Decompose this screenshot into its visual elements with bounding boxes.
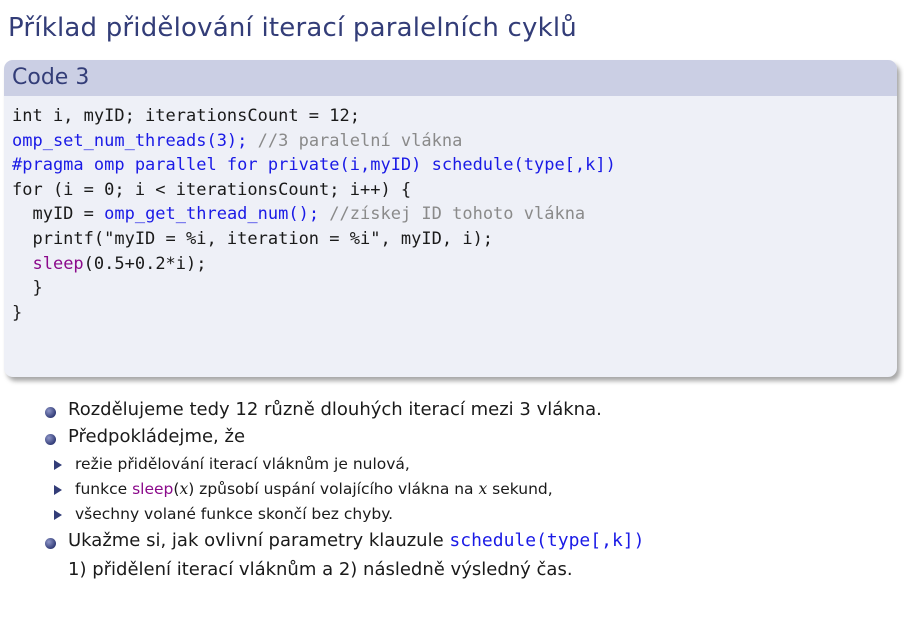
math-var-x: x [179, 480, 189, 498]
bullet-list: Rozdělujeme tedy 12 různě dlouhých itera… [0, 398, 904, 584]
code-block-title: Code 3 [4, 60, 897, 96]
triangle-bullet-icon [54, 510, 62, 520]
sub-bullet-item: funkce sleep(x) způsobí uspání volajícíh… [0, 477, 904, 502]
code-sleep: sleep [32, 253, 84, 274]
schedule-clause-code: schedule(type[,k]) [449, 530, 645, 551]
code-rest: (0.5+0.2*i); [83, 253, 207, 274]
triangle-bullet-icon [54, 460, 62, 470]
bullet-continuation: 1) přidělení iterací vláknům a 2) násled… [68, 559, 573, 580]
bullet-text: Ukažme si, jak ovlivní parametry klauzul… [68, 530, 450, 551]
code-line-9: } [12, 302, 23, 323]
bullet-text: Předpokládejme, že [68, 426, 246, 447]
triangle-bullet-icon [54, 485, 62, 495]
sub-bullet-text: všechny volané funkce skončí bez chyby. [75, 505, 394, 523]
slide-title: Příklad přidělování iterací paralelních … [8, 13, 577, 43]
code-block: Code 3 int i, myID; iterationsCount = 12… [4, 60, 897, 377]
code-line-1: int i, myID; iterationsCount = 12; [12, 106, 360, 126]
sub-bullet-text-post: sekund, [487, 480, 553, 498]
code-indent: myID = [12, 204, 105, 225]
code-line-2: omp_set_num_threads(3); //3 paralelní vl… [12, 131, 462, 151]
code-line-5: myID = omp_get_thread_num(); //získej ID… [12, 204, 585, 224]
sub-bullet-text: režie přidělování iterací vláknům je nul… [75, 455, 410, 473]
code-line-7: sleep(0.5+0.2*i); [12, 253, 207, 274]
code-call: omp_get_thread_num(); [104, 204, 320, 225]
code-call: omp_set_num_threads(3); [12, 130, 248, 151]
code-line-8: } [12, 278, 43, 299]
code-comment: //získej ID tohoto vlákna [319, 204, 586, 225]
code-line-4: for (i = 0; i < iterationsCount; i++) { [12, 179, 412, 200]
sub-bullet-item: všechny volané funkce skončí bez chyby. [0, 502, 904, 527]
bullet-text: Rozdělujeme tedy 12 různě dlouhých itera… [68, 399, 602, 420]
code-comment: //3 paralelní vlákna [247, 130, 463, 151]
code-listing: int i, myID; iterationsCount = 12; omp_s… [12, 104, 616, 325]
code-line-6: printf("myID = %i, iteration = %i", myID… [12, 228, 494, 249]
code-line-3-pragma: #pragma omp parallel for private(i,myID)… [12, 155, 616, 176]
bullet-icon [45, 407, 56, 418]
bullet-item: Ukažme si, jak ovlivní parametry klauzul… [0, 529, 904, 556]
bullet-item: Rozdělujeme tedy 12 různě dlouhých itera… [0, 398, 904, 425]
sub-bullet-text-pre: funkce [75, 480, 133, 498]
bullet-icon [45, 538, 56, 549]
sleep-function: sleep [132, 480, 174, 498]
sub-bullet-item: režie přidělování iterací vláknům je nul… [0, 452, 904, 477]
bullet-item: Předpokládejme, že [0, 425, 904, 452]
math-var-x: x [478, 480, 488, 498]
bullet-icon [45, 434, 56, 445]
sub-bullet-text-mid: způsobí uspání volajícího vlákna na [194, 480, 479, 498]
